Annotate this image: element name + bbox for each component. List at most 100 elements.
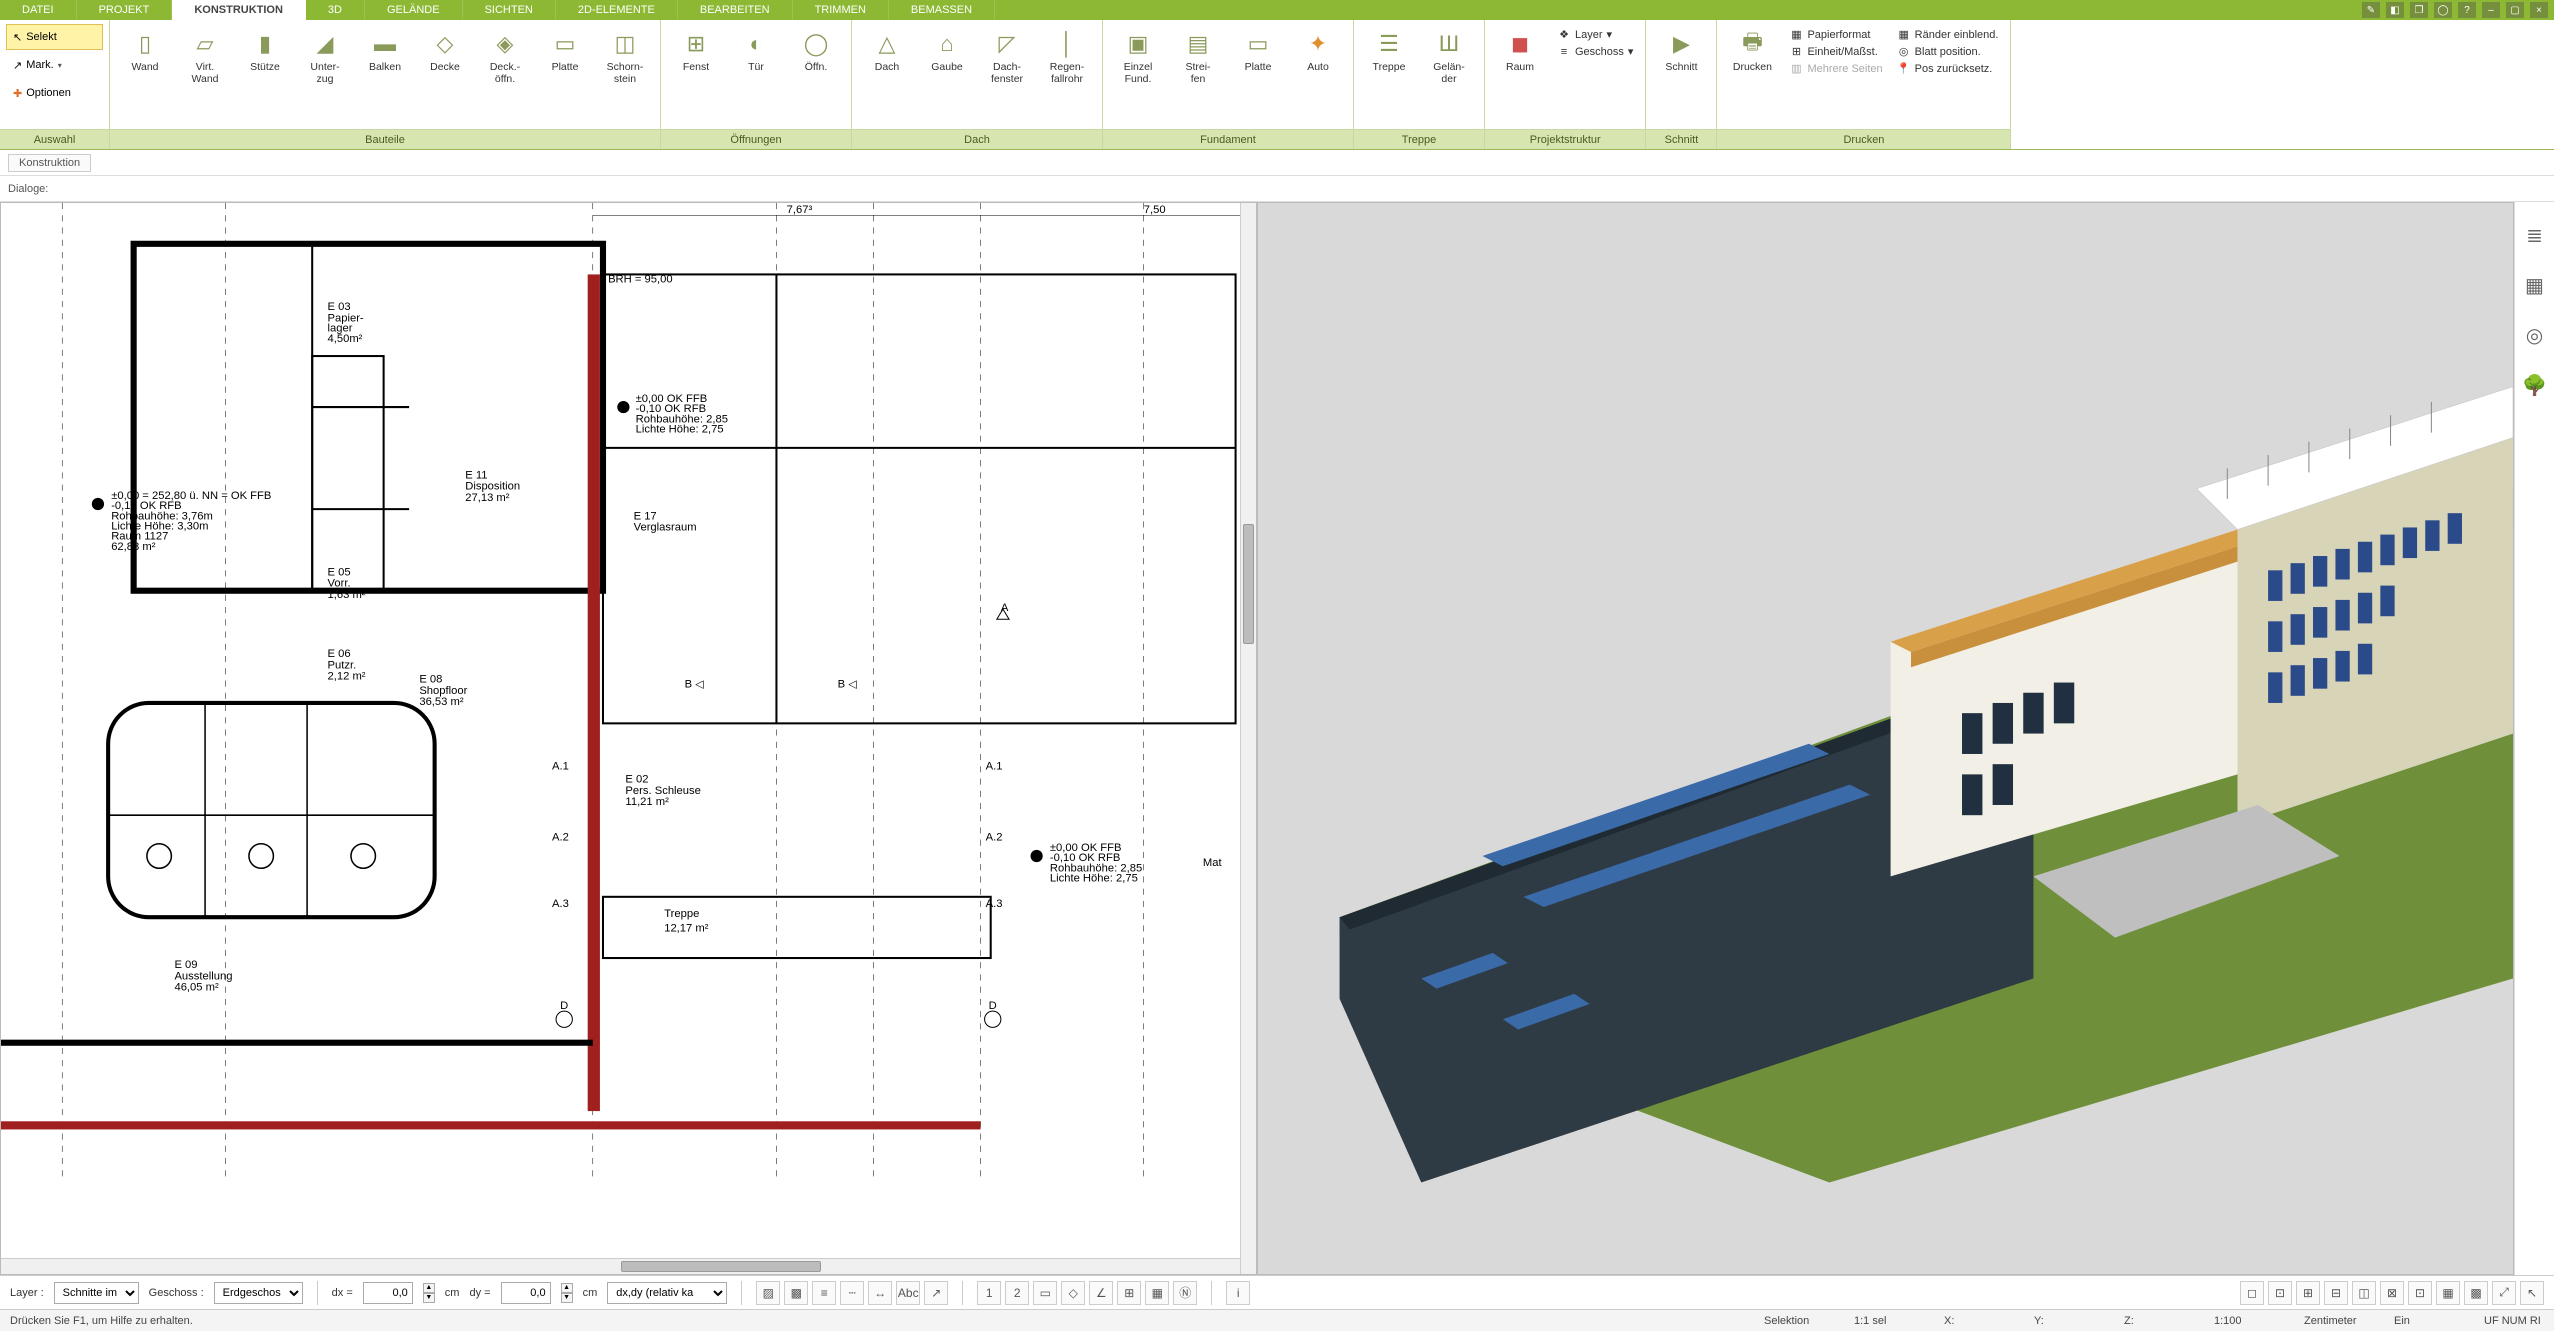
viewport-3d[interactable] [1257,202,2514,1275]
optionen-button[interactable]: ✚Optionen [6,80,103,106]
minimize-button[interactable]: – [2482,2,2500,18]
svg-text:B ◁: B ◁ [685,679,705,691]
tool-balken[interactable]: ▬Balken [356,24,414,74]
viewport-2d[interactable]: 7,67³ 7,50 [0,202,1257,1275]
snap4-icon[interactable]: ⊟ [2324,1281,2348,1305]
snap5-icon[interactable]: ◫ [2352,1281,2376,1305]
tool-treppe[interactable]: ☰Treppe [1360,24,1418,74]
snap7-icon[interactable]: ⊡ [2408,1281,2432,1305]
menu-tab-trimmen[interactable]: TRIMMEN [793,0,889,20]
layer-select[interactable]: Schnitte im [54,1282,139,1304]
mehrere-seiten-button[interactable]: ▥Mehrere Seiten [1789,62,1882,75]
layer-dropdown[interactable]: ❖Layer▾ [1557,28,1633,41]
tool-stuetze[interactable]: ▮Stütze [236,24,294,74]
mark-button[interactable]: ↗Mark.▾ [6,52,103,78]
tool-fenster[interactable]: ⊞Fenst [667,24,725,74]
scrollbar-vertical-2d[interactable] [1240,203,1256,1274]
dx-spinner[interactable]: ▲▼ [423,1283,435,1303]
menu-tab-gelaende[interactable]: GELÄNDE [365,0,463,20]
snap10-icon[interactable]: ⤢ [2492,1281,2516,1305]
tab-konstruktion-panel[interactable]: Konstruktion [8,154,91,172]
tool-schnitt[interactable]: ▶Schnitt [1652,24,1710,74]
menu-tab-datei[interactable]: DATEI [0,0,77,20]
angle-icon[interactable]: ∠ [1089,1281,1113,1305]
scrollbar-horizontal-2d[interactable] [1,1258,1240,1274]
dy-spinner[interactable]: ▲▼ [561,1283,573,1303]
tool-drucken[interactable]: 🖶Drucken [1723,24,1781,74]
snap1-icon[interactable]: ◻ [2240,1281,2264,1305]
num1-icon[interactable]: 1 [977,1281,1001,1305]
line-icon[interactable]: ≡ [812,1281,836,1305]
tool-auto-fund[interactable]: ✦Auto [1289,24,1347,74]
tool-platte-fund[interactable]: ▭Platte [1229,24,1287,74]
menu-tab-sichten[interactable]: SICHTEN [463,0,556,20]
tool-oeffnung[interactable]: ◯Öffn. [787,24,845,74]
cube-icon[interactable]: ◧ [2386,2,2404,18]
menu-tab-3d[interactable]: 3D [306,0,365,20]
raender-button[interactable]: ▦Ränder einblend. [1897,28,1999,41]
snap8-icon[interactable]: ▦ [2436,1281,2460,1305]
furniture-icon[interactable]: ▦ [2522,272,2548,298]
layers-icon[interactable]: ≣ [2522,222,2548,248]
bottom-icon-group-4: ◻ ⊡ ⊞ ⊟ ◫ ⊠ ⊡ ▦ ▩ ⤢ ↖ [2240,1281,2544,1305]
tool-platte[interactable]: ▭Platte [536,24,594,74]
tool-raum[interactable]: ◼Raum [1491,24,1549,74]
coord-mode-select[interactable]: dx,dy (relativ ka [607,1282,727,1304]
geschoss-dropdown[interactable]: ≡Geschoss▾ [1557,45,1633,58]
arrow-icon[interactable]: ↗ [924,1281,948,1305]
tool-wand[interactable]: ▯Wand [116,24,174,74]
snap11-icon[interactable]: ↖ [2520,1281,2544,1305]
tool-gaube[interactable]: ⌂Gaube [918,24,976,74]
snap9-icon[interactable]: ▩ [2464,1281,2488,1305]
dx-input[interactable] [363,1282,413,1304]
blatt-position-button[interactable]: ◎Blatt position. [1897,45,1999,58]
menu-tab-bearbeiten[interactable]: BEARBEITEN [678,0,793,20]
tree-icon[interactable]: 🌳 [2522,372,2548,398]
group-caption-bauteile: Bauteile [110,129,660,149]
fill-icon[interactable]: ▩ [784,1281,808,1305]
menu-tab-konstruktion[interactable]: KONSTRUKTION [172,0,306,20]
tool-gelaender[interactable]: ШGelän- der [1420,24,1478,85]
close-button[interactable]: × [2530,2,2548,18]
pencil-icon[interactable]: ✎ [2362,2,2380,18]
snap6-icon[interactable]: ⊠ [2380,1281,2404,1305]
tool-schornstein[interactable]: ◫Schorn- stein [596,24,654,85]
tool-decke[interactable]: ◇Decke [416,24,474,74]
tool-deckoeffn[interactable]: ◈Deck.- öffn. [476,24,534,85]
rect-icon[interactable]: ▭ [1033,1281,1057,1305]
num2-icon[interactable]: 2 [1005,1281,1029,1305]
help-icon[interactable]: ? [2458,2,2476,18]
stack-icon[interactable]: ❐ [2410,2,2428,18]
menu-tab-bemassen[interactable]: BEMASSEN [889,0,995,20]
geschoss-select[interactable]: Erdgeschos [214,1282,303,1304]
tool-unterzug[interactable]: ◢Unter- zug [296,24,354,85]
snap3-icon[interactable]: ⊞ [2296,1281,2320,1305]
target-icon[interactable]: ◎ [2522,322,2548,348]
tool-einzelfund[interactable]: ▣Einzel Fund. [1109,24,1167,85]
multi-icon[interactable]: ⊞ [1117,1281,1141,1305]
tool-regenfallrohr[interactable]: │Regen- fallrohr [1038,24,1096,85]
dy-input[interactable] [501,1282,551,1304]
tool-tuer[interactable]: ◐Tür [727,24,785,74]
hatch-icon[interactable]: ▨ [756,1281,780,1305]
snap2-icon[interactable]: ⊡ [2268,1281,2292,1305]
text-icon[interactable]: Abc [896,1281,920,1305]
menu-tab-2delemente[interactable]: 2D-ELEMENTE [556,0,678,20]
i-icon[interactable]: i [1226,1281,1250,1305]
poly-icon[interactable]: ◇ [1061,1281,1085,1305]
n-icon[interactable]: Ⓝ [1173,1281,1197,1305]
tool-dachfenster[interactable]: ◸Dach- fenster [978,24,1036,85]
grid-icon[interactable]: ▦ [1145,1281,1169,1305]
einheit-button[interactable]: ⊞Einheit/Maßst. [1789,45,1882,58]
maximize-button[interactable]: ▢ [2506,2,2524,18]
papierformat-button[interactable]: ▦Papierformat [1789,28,1882,41]
circle-icon[interactable]: ◯ [2434,2,2452,18]
pos-reset-button[interactable]: 📍Pos zurücksetz. [1897,62,1999,75]
dash-icon[interactable]: ┄ [840,1281,864,1305]
tool-dach[interactable]: △Dach [858,24,916,74]
tool-streifen[interactable]: ▤Strei- fen [1169,24,1227,85]
dim-icon[interactable]: ↔ [868,1281,892,1305]
menu-tab-projekt[interactable]: PROJEKT [77,0,173,20]
selekt-button[interactable]: ↖Selekt [6,24,103,50]
tool-virt-wand[interactable]: ▱Virt. Wand [176,24,234,85]
